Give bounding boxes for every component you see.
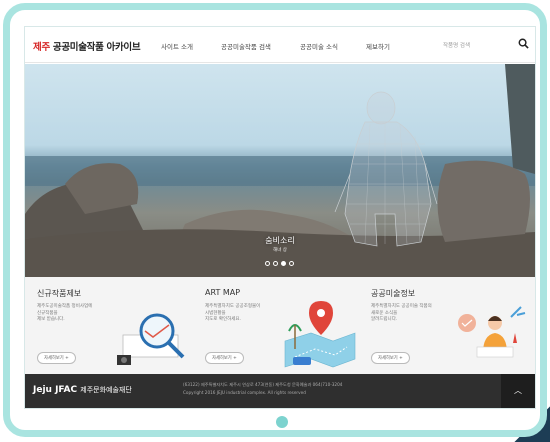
page-indicator-dot[interactable] [276, 416, 288, 428]
card-more-button[interactable]: 자세히보기 + [205, 352, 244, 364]
slide-dot[interactable] [265, 261, 270, 266]
nav-item-report[interactable]: 제보하기 [366, 41, 390, 51]
footer-info: (63122) 제주특별자치도 제주시 연삼로 473(연동) 제주도청 문화예… [183, 382, 343, 395]
search-input[interactable]: 작품명 검색 [443, 41, 470, 49]
site-logo[interactable]: 제주 공공미술작품 아카이브 [33, 39, 141, 53]
card-new-artwork-report[interactable]: 신규작품제보 제주도공미술작품 정비사업에 신규작품을 제보 받습니다. 자세히보기… [25, 277, 195, 374]
slide-indicators [265, 261, 294, 266]
magnifier-photo-icon [117, 313, 185, 365]
slide-dot-active[interactable] [281, 261, 286, 266]
site-footer: Jeju JFAC 제주문화예술재단 (63122) 제주특별자치도 제주시 연… [25, 374, 535, 408]
card-more-button[interactable]: 자세히보기 + [371, 352, 410, 364]
slide-dot[interactable] [289, 261, 294, 266]
card-title: ART MAP [205, 288, 241, 297]
card-title: 신규작품제보 [37, 289, 82, 298]
search-icon[interactable] [518, 38, 529, 49]
card-more-button[interactable]: 자세히보기 + [37, 352, 76, 364]
map-pin-icon [284, 301, 356, 368]
nav-item-artwork-search[interactable]: 공공미술작품 검색 [221, 41, 271, 51]
feature-cards: 신규작품제보 제주도공미술작품 정비사업에 신규작품을 제보 받습니다. 자세히보기… [25, 277, 535, 374]
nav-item-news[interactable]: 공공미술 소식 [300, 41, 338, 51]
browser-screen: 제주 공공미술작품 아카이브 사이트 소개 공공미술작품 검색 공공미술 소식 … [25, 27, 535, 408]
person-news-icon [458, 306, 526, 358]
card-public-art-info[interactable]: 공공미술정보 제주특별자치도 공공미술 작품의 새로운 소식을 알려드립니다. 자세… [365, 277, 535, 374]
card-description: 제주특별자치도 공공조형물이 시범현황을 지도로 확인하세요. [205, 304, 261, 322]
hero-banner[interactable]: 숨비소리 해녀 상 [25, 64, 535, 277]
card-title: 공공미술정보 [371, 289, 416, 298]
nav-item-about[interactable]: 사이트 소개 [161, 41, 193, 51]
card-description: 제주도공미술작품 정비사업에 신규작품을 제보 받습니다. [37, 304, 93, 322]
slide-dot[interactable] [273, 261, 278, 266]
hero-caption-subtitle: 해녀 상 [273, 248, 287, 253]
scroll-top-button[interactable]: ︿ [501, 374, 535, 408]
card-description: 제주특별자치도 공공미술 작품의 새로운 소식을 알려드립니다. [371, 304, 432, 322]
site-header: 제주 공공미술작품 아카이브 사이트 소개 공공미술작품 검색 공공미술 소식 … [25, 27, 535, 63]
footer-logo: Jeju JFAC 제주문화예술재단 [33, 385, 132, 395]
hero-caption-title: 숨비소리 [265, 236, 295, 245]
card-art-map[interactable]: ART MAP 제주특별자치도 공공조형물이 시범현황을 지도로 확인하세요. 자세… [195, 277, 365, 374]
